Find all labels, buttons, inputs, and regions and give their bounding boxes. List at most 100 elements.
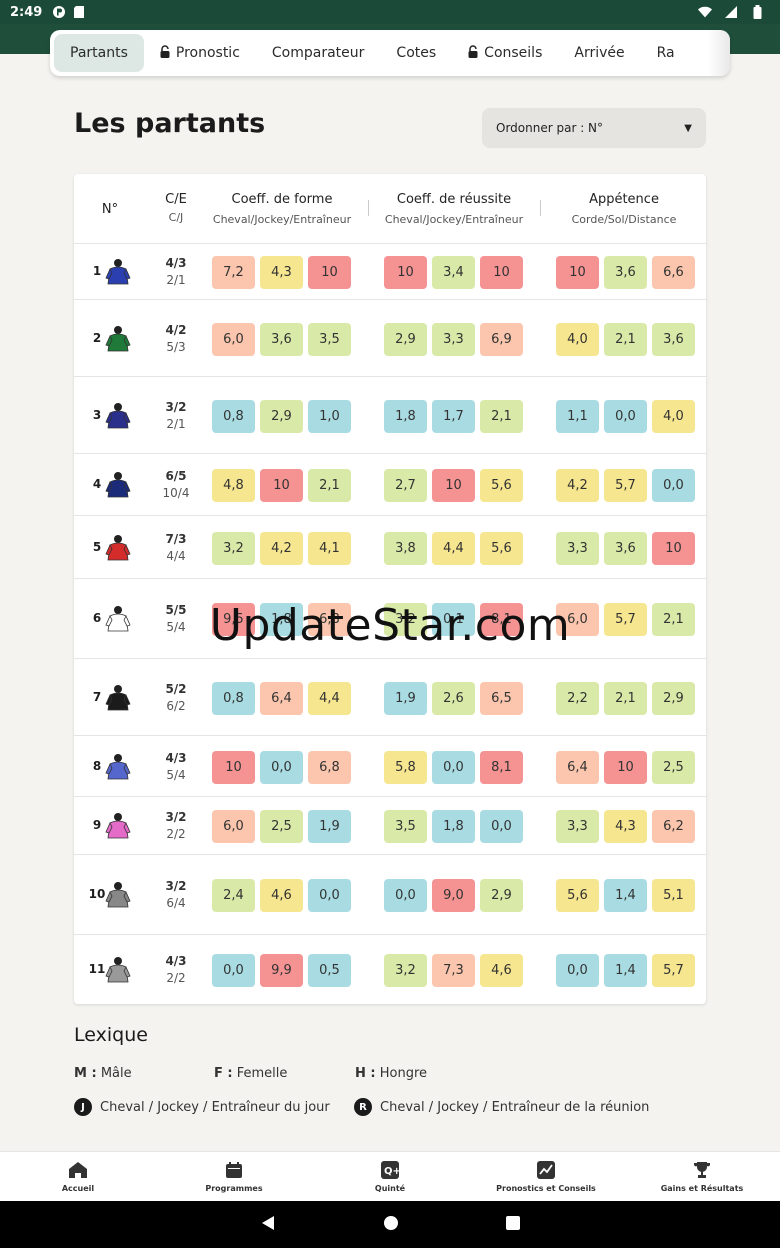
coeff-forme-cell: 4,1 [308, 531, 351, 565]
coeff-reussite-cell: 3,3 [432, 322, 475, 356]
coeff-appetence-cell: 5,1 [652, 879, 695, 912]
coeff-reussite-cell: 3,2 [384, 953, 427, 987]
lexique-value: Mâle [100, 1066, 132, 1081]
coeff-appetence-cell: 6,2 [652, 810, 695, 843]
cj-value: 6/4 [166, 896, 186, 910]
nav-pronostics[interactable]: Pronostics et Conseils [468, 1152, 624, 1201]
cj-value: 10/4 [162, 486, 190, 500]
header-divider [368, 200, 369, 216]
back-icon[interactable] [260, 1215, 276, 1235]
coeff-forme-cell: 9,9 [260, 953, 303, 987]
header-cj-label: C/J [168, 211, 184, 224]
lexique-reunion-text: Cheval / Jockey / Entraîneur de la réuni… [380, 1099, 650, 1115]
bottom-navigation: Accueil Programmes Q+ Quinté Pronostics … [0, 1151, 780, 1201]
tab-label: Arrivée [574, 45, 625, 61]
lexique-reunion: R Cheval / Jockey / Entraîneur de la réu… [354, 1098, 649, 1116]
nav-label: Programmes [205, 1184, 263, 1193]
coeff-appetence-cell: 3,6 [604, 531, 647, 565]
tab-pronostic[interactable]: Pronostic [144, 34, 256, 72]
page-title: Les partants [74, 108, 266, 139]
tab-label: Comparateur [271, 45, 365, 61]
tab-arriv-e[interactable]: Arrivée [558, 34, 640, 72]
lexique-title: Lexique [74, 1024, 148, 1046]
coeff-reussite-cell: 7,3 [432, 953, 475, 987]
tab-ra[interactable]: Ra [641, 34, 691, 72]
coeff-reussite-cell: 2,9 [384, 322, 427, 356]
tab-comparateur[interactable]: Comparateur [256, 34, 381, 72]
home-icon [68, 1160, 88, 1180]
header-ce: C/E C/J [154, 192, 198, 224]
coeff-appetence-cell: 2,1 [604, 322, 647, 356]
sd-card-icon [72, 5, 86, 19]
lexique-value: Hongre [379, 1066, 428, 1081]
table-row[interactable]: 1 4/3 2/1 7,2 4,3 10 10 3,4 10 10 3,6 6,6 [74, 244, 706, 300]
ce-value: 4/3 [165, 256, 187, 270]
coeff-forme-cell: 6,0 [212, 322, 255, 356]
lock-icon [160, 45, 170, 61]
nav-quinte[interactable]: Q+ Quinté [312, 1152, 468, 1201]
table-row[interactable]: 7 5/2 6/2 0,8 6,4 4,4 1,9 2,6 6,5 2,2 2,1 2,9 [74, 659, 706, 736]
coeff-forme-cell: 7,2 [212, 256, 255, 289]
tab-partants[interactable]: Partants [54, 34, 144, 72]
ce-value: 3/2 [165, 399, 187, 414]
table-row[interactable]: 11 4/3 2/2 0,0 9,9 0,5 3,2 7,3 4,6 0,0 1,4 5,7 [74, 935, 706, 1004]
header-forme: Coeff. de forme Cheval/Jockey/Entraîneur [202, 192, 362, 226]
table-row[interactable]: 5 7/3 4/4 3,2 4,2 4,1 3,8 4,4 5,6 3,3 3,6 10 [74, 516, 706, 579]
coeff-appetence-cell: 2,2 [556, 681, 599, 715]
coeff-reussite-cell: 2,6 [432, 681, 475, 715]
tab-cotes[interactable]: Cotes [380, 34, 452, 72]
lexique-femelle: F : Femelle [214, 1066, 287, 1081]
table-row[interactable]: 4 6/5 10/4 4,8 10 2,1 2,7 10 5,6 4,2 5,7 0,0 [74, 454, 706, 516]
ce-value: 5/2 [165, 681, 187, 696]
ce-value: 3/2 [165, 879, 187, 893]
tab-conseils[interactable]: Conseils [452, 34, 558, 72]
coeff-forme-cell: 1,0 [308, 399, 351, 433]
coeff-forme-cell: 4,6 [260, 879, 303, 912]
recents-icon[interactable] [506, 1215, 520, 1234]
coeff-appetence-cell: 10 [604, 750, 647, 784]
nav-programmes[interactable]: Programmes [156, 1152, 312, 1201]
coeff-forme-cell: 4,8 [212, 469, 255, 502]
nav-accueil[interactable]: Accueil [0, 1152, 156, 1201]
coeff-reussite-cell: 10 [384, 256, 427, 289]
jockey-silk-icon [104, 956, 132, 984]
ce-value: 4/2 [165, 322, 187, 337]
ce-value: 6/5 [165, 469, 187, 483]
coeff-forme-cell: 2,9 [260, 399, 303, 433]
coeff-reussite-cell: 3,8 [384, 531, 427, 565]
tab-label: Conseils [484, 45, 543, 61]
coeff-appetence-cell: 10 [556, 256, 599, 289]
cj-value: 2/2 [166, 827, 186, 841]
table-row[interactable]: 3 3/2 2/1 0,8 2,9 1,0 1,8 1,7 2,1 1,1 0,0 4,0 [74, 377, 706, 454]
table-row[interactable]: 2 4/2 5/3 6,0 3,6 3,5 2,9 3,3 6,9 4,0 2,1 3,6 [74, 300, 706, 377]
coeff-appetence-cell: 5,7 [604, 469, 647, 502]
nav-gains[interactable]: Gains et Résultats [624, 1152, 780, 1201]
coeff-appetence-cell: 2,9 [652, 681, 695, 715]
table-row[interactable]: 8 4/3 5/4 10 0,0 6,8 5,8 0,0 8,1 6,4 10 2,5 [74, 736, 706, 797]
coeff-forme-cell: 4,2 [260, 531, 303, 565]
sort-dropdown[interactable]: Ordonner par : N° ▼ [482, 108, 706, 148]
lexique-key: M : [74, 1066, 97, 1081]
coeff-reussite-cell: 0,0 [480, 810, 523, 843]
jockey-silk-icon [104, 684, 132, 712]
coeff-forme-cell: 0,0 [212, 953, 255, 987]
table-row[interactable]: 10 3/2 6/4 2,4 4,6 0,0 0,0 9,0 2,9 5,6 1,4 5,1 [74, 855, 706, 935]
coeff-appetence-cell: 0,0 [556, 953, 599, 987]
status-bar: 2:49 [0, 0, 780, 24]
ce-cj-values: 7/3 4/4 [156, 532, 196, 563]
quinte-icon: Q+ [380, 1160, 400, 1180]
coeff-reussite-cell: 5,6 [480, 531, 523, 565]
header-number: N° [101, 202, 119, 217]
coeff-appetence-cell: 1,1 [556, 399, 599, 433]
coeff-reussite-cell: 5,8 [384, 750, 427, 784]
coeff-forme-cell: 0,8 [212, 399, 255, 433]
coeff-forme-cell: 0,5 [308, 953, 351, 987]
coeff-reussite-cell: 8,1 [480, 750, 523, 784]
trophy-icon [692, 1160, 712, 1180]
jockey-silk-icon [104, 402, 132, 430]
home-circle-icon[interactable] [384, 1215, 398, 1234]
table-row[interactable]: 9 3/2 2/2 6,0 2,5 1,9 3,5 1,8 0,0 3,3 4,3 6,2 [74, 797, 706, 855]
tab-label: Pronostic [175, 45, 240, 61]
coeff-forme-cell: 6,8 [308, 750, 351, 784]
coeff-appetence-cell: 3,6 [652, 322, 695, 356]
